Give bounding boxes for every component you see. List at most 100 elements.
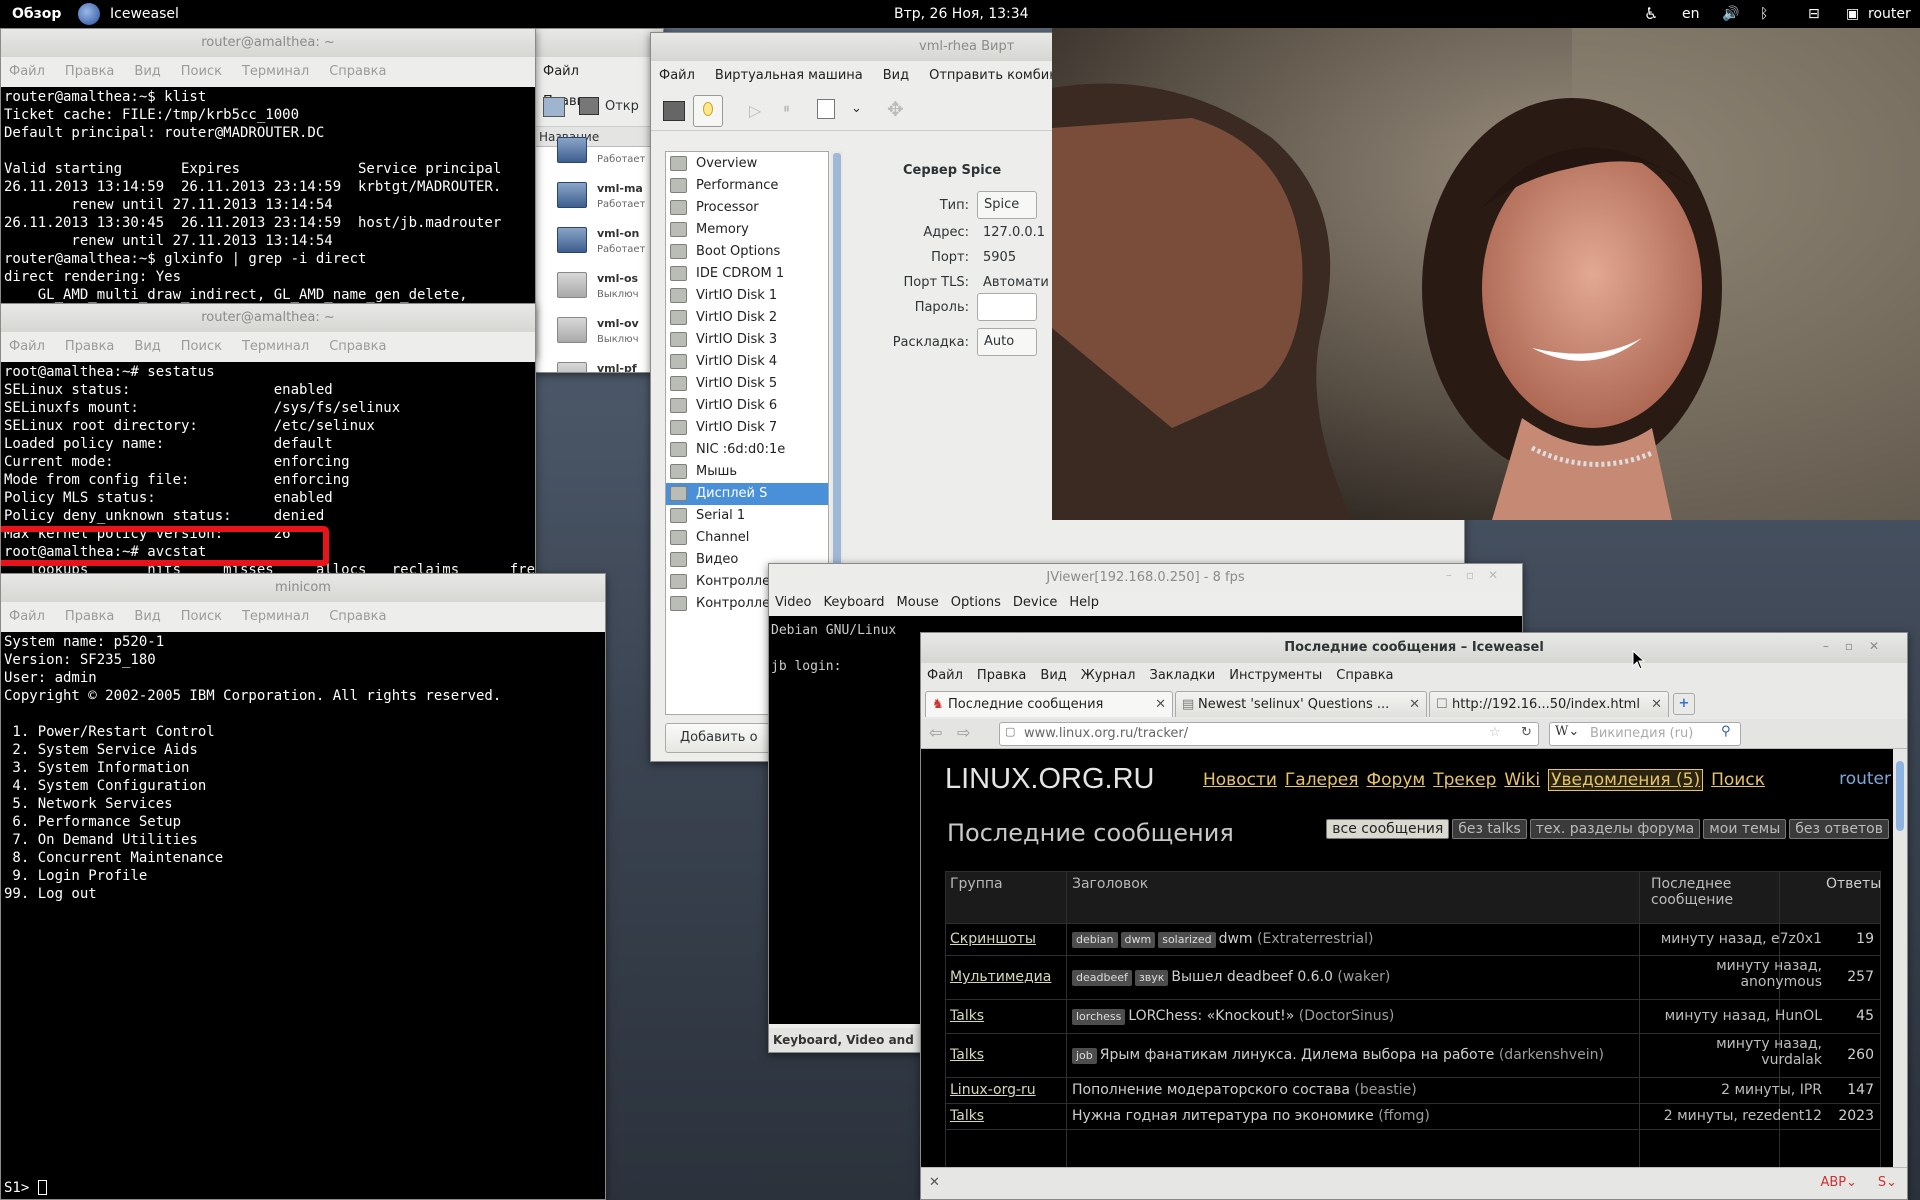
table-row[interactable]: Linux-org-ru Пополнение модераторского со… xyxy=(946,1078,1880,1104)
topic-title[interactable]: Нужна годная литература по экономике xyxy=(1072,1108,1374,1124)
last-message-author[interactable]: vurdalak xyxy=(1716,1052,1822,1068)
forward-icon[interactable]: ⇨ xyxy=(957,723,970,742)
column-header[interactable]: Заголовок xyxy=(1072,876,1148,892)
menu-item[interactable]: Справка xyxy=(329,64,386,79)
site-logo[interactable]: LINUX.ORG.RU xyxy=(945,763,1154,796)
hardware-item[interactable]: Processor xyxy=(666,197,828,219)
group-link[interactable]: Мультимедиа xyxy=(950,969,1051,985)
user-link[interactable]: router xyxy=(1839,769,1891,789)
topic-title[interactable]: Вышел deadbeef 0.6.0 xyxy=(1171,969,1333,985)
tag-badge[interactable]: debian xyxy=(1072,932,1118,948)
filter-button[interactable]: тех. разделы форума xyxy=(1529,819,1701,839)
hardware-item[interactable]: Channel xyxy=(666,527,828,549)
vm-list-item[interactable]: vml-on Работает xyxy=(535,219,663,264)
bluetooth-icon[interactable]: ᛒ xyxy=(1760,0,1768,28)
new-tab-button[interactable]: + xyxy=(1673,693,1695,715)
hardware-item[interactable]: Serial 1 xyxy=(666,505,828,527)
column-header[interactable]: Группа xyxy=(950,876,1003,892)
run-icon[interactable]: ▷ xyxy=(749,101,761,120)
hardware-item[interactable]: VirtIO Disk 6 xyxy=(666,395,828,417)
new-vm-icon[interactable] xyxy=(543,97,565,117)
menu-item[interactable]: Закладки xyxy=(1150,668,1216,683)
url-bar[interactable]: www.linux.org.ru/tracker/ xyxy=(999,722,1539,746)
menu-item[interactable]: Файл xyxy=(9,339,45,354)
menu-item[interactable]: Справка xyxy=(1336,668,1393,683)
menu-item[interactable]: Поиск xyxy=(181,609,222,624)
group-link[interactable]: Talks xyxy=(950,1108,984,1124)
menu-item[interactable]: Виртуальная машина xyxy=(715,68,863,83)
network-icon[interactable]: ⊟ xyxy=(1808,0,1820,28)
menu-item[interactable]: Терминал xyxy=(242,339,309,354)
menu-item[interactable]: Журнал xyxy=(1081,668,1136,683)
minicom-prompt[interactable]: S1> xyxy=(4,1180,47,1196)
terminal-output[interactable]: System name: p520-1 Version: SF235_180 Use… xyxy=(1,632,605,1199)
menu-item[interactable]: Файл xyxy=(659,68,695,83)
topic-title[interactable]: dwm xyxy=(1219,931,1253,947)
menu-item[interactable]: Правка xyxy=(65,609,114,624)
menu-item[interactable]: Вид xyxy=(134,339,160,354)
last-message[interactable]: минуту назад, xyxy=(1716,1036,1822,1052)
vm-list-item[interactable]: vml-os Выключ xyxy=(535,264,663,309)
vm-list-item[interactable]: vml-ov Выключ xyxy=(535,309,663,354)
user-icon[interactable]: ▣ xyxy=(1846,0,1859,28)
column-header[interactable]: Ответы xyxy=(1826,876,1881,892)
search-icon[interactable]: ⚲ xyxy=(1721,724,1731,739)
close-icon[interactable]: ✕ xyxy=(1409,692,1420,717)
column-header[interactable]: Последнее сообщение xyxy=(1651,876,1733,908)
topic-title[interactable]: Пополнение модераторского состава xyxy=(1072,1082,1350,1098)
reload-icon[interactable]: ↻ xyxy=(1521,725,1532,740)
window-controls[interactable]: –▫✕ xyxy=(1446,568,1512,582)
topic-title[interactable]: Ярым фанатикам линукса. Дилема выбора на… xyxy=(1100,1047,1495,1063)
volume-icon[interactable]: 🔊 xyxy=(1722,0,1739,28)
details-toggle[interactable] xyxy=(693,95,723,127)
hardware-item[interactable]: VirtIO Disk 5 xyxy=(666,373,828,395)
user-menu[interactable]: router xyxy=(1868,0,1911,28)
topic-title[interactable]: LORChess: «Knockout!» xyxy=(1128,1008,1294,1024)
menu-item[interactable]: Файл xyxy=(9,64,45,79)
hardware-item[interactable]: VirtIO Disk 4 xyxy=(666,351,828,373)
group-link[interactable]: Talks xyxy=(950,1008,984,1024)
hardware-item[interactable]: VirtIO Disk 1 xyxy=(666,285,828,307)
tab-selinux[interactable]: ▤ Newest 'selinux' Questions ... ✕ xyxy=(1175,691,1427,717)
shutdown-icon[interactable] xyxy=(817,99,835,119)
video-player[interactable] xyxy=(1052,28,1920,520)
table-row[interactable]: Скриншоты debian dwm solarized dwm (Extrater… xyxy=(946,924,1880,956)
menu-item[interactable]: Правка xyxy=(65,339,114,354)
menu-item[interactable]: Поиск xyxy=(181,64,222,79)
window-controls[interactable]: –▫✕ xyxy=(1823,639,1895,653)
add-hardware-button[interactable]: Добавить о xyxy=(665,723,775,753)
filter-button[interactable]: все сообщения xyxy=(1326,819,1450,839)
menu-item[interactable]: Keyboard xyxy=(823,595,884,610)
wikipedia-icon[interactable]: W⌄ xyxy=(1555,724,1579,739)
menu-item[interactable]: Вид xyxy=(134,609,160,624)
last-message[interactable]: минуту назад, e7z0x1 xyxy=(1661,931,1822,947)
nav-link[interactable]: Новости xyxy=(1203,770,1277,790)
nav-link[interactable]: Поиск xyxy=(1711,770,1765,790)
filter-button[interactable]: без talks xyxy=(1452,819,1527,839)
topic-author[interactable]: (darkenshvein) xyxy=(1499,1047,1604,1063)
accessibility-icon[interactable]: ♿ xyxy=(1644,0,1658,28)
tag-badge[interactable]: deadbeef xyxy=(1072,970,1132,986)
nav-link[interactable]: Форум xyxy=(1367,770,1426,790)
hardware-item[interactable]: IDE CDROM 1 xyxy=(666,263,828,285)
menu-item[interactable]: Правка xyxy=(65,64,114,79)
menu-item[interactable]: Options xyxy=(951,595,1001,610)
last-message-author[interactable]: anonymous xyxy=(1716,974,1822,990)
close-icon[interactable]: ✕ xyxy=(1651,692,1662,717)
open-button[interactable]: Откр xyxy=(605,99,639,114)
menu-item[interactable]: Вид xyxy=(883,68,909,83)
type-select[interactable]: Spice xyxy=(977,191,1037,219)
password-field[interactable] xyxy=(977,293,1037,321)
group-link[interactable]: Linux-org-ru xyxy=(950,1082,1036,1098)
page-scrollbar[interactable] xyxy=(1893,749,1907,1169)
bookmark-star-icon[interactable]: ☆ xyxy=(1489,725,1501,740)
hardware-item[interactable]: Memory xyxy=(666,219,828,241)
spellcheck-icon[interactable]: S⌄ xyxy=(1878,1175,1897,1190)
topic-author[interactable]: (waker) xyxy=(1337,969,1390,985)
hardware-item[interactable]: Дисплей S xyxy=(666,483,828,505)
topic-author[interactable]: (beastie) xyxy=(1354,1082,1416,1098)
group-link[interactable]: Talks xyxy=(950,1047,984,1063)
console-icon[interactable] xyxy=(663,101,685,121)
tab-active[interactable]: ♞ Последние сообщения ✕ xyxy=(925,691,1173,717)
nav-link[interactable]: Трекер xyxy=(1433,770,1496,790)
